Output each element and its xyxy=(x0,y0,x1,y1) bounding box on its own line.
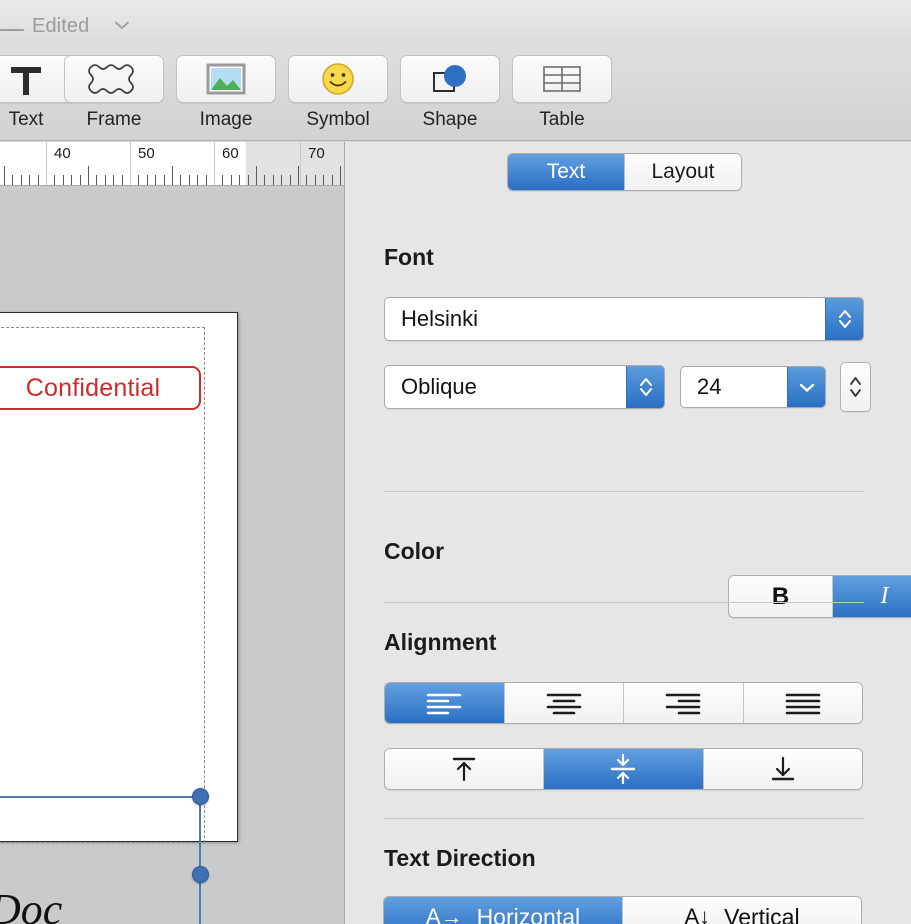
toolbar-item-image[interactable]: Image xyxy=(176,55,276,131)
a-arrow-right-icon: A→ xyxy=(425,904,463,924)
text-box-content: Doc xyxy=(0,885,63,924)
vertical-alignment-group[interactable] xyxy=(384,748,863,790)
font-family-combo[interactable]: Helsinki xyxy=(384,297,864,341)
toolbar-item-symbol[interactable]: Symbol xyxy=(288,55,388,131)
align-middle-icon xyxy=(611,753,636,785)
smiley-icon xyxy=(322,63,354,95)
toolbar-item-frame[interactable]: Frame xyxy=(64,55,164,131)
app-window: Edited Text Frame Image Symbol Shape Tab… xyxy=(0,0,911,924)
align-left-icon xyxy=(426,693,462,715)
toolbar-label-symbol: Symbol xyxy=(306,109,370,130)
symbol-button[interactable] xyxy=(288,55,388,103)
ruler-number: 70 xyxy=(308,145,325,162)
text-direction-section-title: Text Direction xyxy=(384,845,536,871)
chevron-down-icon[interactable] xyxy=(787,367,825,407)
table-icon xyxy=(543,66,581,92)
stepper-up-down-icon xyxy=(850,377,861,397)
text-direction-vertical-button[interactable]: A↓ Vertical xyxy=(622,897,861,924)
ruler-number: 50 xyxy=(138,145,155,162)
font-size-stepper[interactable] xyxy=(840,362,871,412)
title-dash xyxy=(0,29,24,31)
font-family-stepper-icon[interactable] xyxy=(825,298,863,340)
align-justify-icon xyxy=(785,693,821,715)
alignment-section-title: Alignment xyxy=(384,629,497,655)
confidential-stamp-label: Confidential xyxy=(25,373,161,402)
frame-button[interactable] xyxy=(64,55,164,103)
selected-text-box[interactable]: Doc xyxy=(0,796,201,924)
tab-text[interactable]: Text xyxy=(508,154,624,190)
format-sidebar: Text Layout Font Helsinki Oblique 24 B I… xyxy=(344,142,911,924)
shape-icon xyxy=(433,65,466,92)
resize-handle-top-right[interactable] xyxy=(192,788,209,805)
tab-layout[interactable]: Layout xyxy=(624,154,741,190)
ruler-number: 40 xyxy=(54,145,71,162)
font-size-combo[interactable]: 24 xyxy=(680,366,826,408)
toolbar-label-table: Table xyxy=(539,109,585,130)
toolbar-item-table[interactable]: Table xyxy=(512,55,612,131)
align-top-button[interactable] xyxy=(385,749,544,789)
toolbar: Text Frame Image Symbol Shape Table xyxy=(0,46,911,141)
resize-handle-middle-right[interactable] xyxy=(192,866,209,883)
image-icon xyxy=(206,63,246,95)
font-style-stepper-icon[interactable] xyxy=(626,366,664,408)
align-center-icon xyxy=(546,693,582,715)
font-family-value: Helsinki xyxy=(401,306,479,331)
bold-label: B xyxy=(771,582,790,610)
chevron-down-icon[interactable] xyxy=(115,21,129,30)
align-bottom-icon xyxy=(771,756,795,781)
ruler-number: 60 xyxy=(222,145,239,162)
text-direction-horizontal-button[interactable]: A→ Horizontal xyxy=(384,897,622,924)
align-justify-button[interactable] xyxy=(742,683,862,723)
italic-label: I xyxy=(880,583,889,609)
font-style-combo[interactable]: Oblique xyxy=(384,365,665,409)
image-button[interactable] xyxy=(176,55,276,103)
document-status-label: Edited xyxy=(32,15,90,37)
shape-button[interactable] xyxy=(400,55,500,103)
text-direction-horizontal-label: Horizontal xyxy=(476,903,581,924)
document-page[interactable]: Confidential Doc xyxy=(0,312,238,924)
font-size-value: 24 xyxy=(697,374,722,399)
align-right-button[interactable] xyxy=(623,683,743,723)
align-top-icon xyxy=(452,757,476,782)
sidebar-tab-group[interactable]: Text Layout xyxy=(507,153,742,191)
document-canvas[interactable]: Confidential Doc xyxy=(0,186,344,924)
text-T-icon xyxy=(11,67,41,95)
a-arrow-down-icon: A↓ xyxy=(684,904,711,924)
text-direction-vertical-label: Vertical xyxy=(724,903,800,924)
font-style-button-group[interactable]: B I U A xyxy=(728,575,911,618)
toolbar-item-shape[interactable]: Shape xyxy=(400,55,500,131)
align-middle-button[interactable] xyxy=(543,749,703,789)
color-section-title: Color xyxy=(384,538,445,564)
title-bar: Edited xyxy=(0,0,911,46)
bold-button[interactable]: B xyxy=(729,576,832,617)
table-button[interactable] xyxy=(512,55,612,103)
italic-button[interactable]: I xyxy=(832,576,911,617)
font-style-value: Oblique xyxy=(401,374,477,399)
align-right-icon xyxy=(665,693,701,715)
align-center-button[interactable] xyxy=(503,683,623,723)
align-bottom-button[interactable] xyxy=(702,749,862,789)
align-left-button[interactable] xyxy=(385,683,504,723)
toolbar-label-image: Image xyxy=(199,109,253,130)
frame-icon xyxy=(88,64,134,94)
toolbar-label-shape: Shape xyxy=(422,109,478,130)
text-direction-group[interactable]: A→ Horizontal A↓ Vertical xyxy=(383,896,862,924)
horizontal-ruler[interactable]: 40 50 60 70 xyxy=(0,142,344,186)
confidential-stamp[interactable]: Confidential xyxy=(0,366,201,410)
ruler-shaded-region xyxy=(246,142,344,185)
horizontal-alignment-group[interactable] xyxy=(384,682,863,724)
font-section-title: Font xyxy=(384,244,434,270)
toolbar-label-frame: Frame xyxy=(86,109,142,130)
